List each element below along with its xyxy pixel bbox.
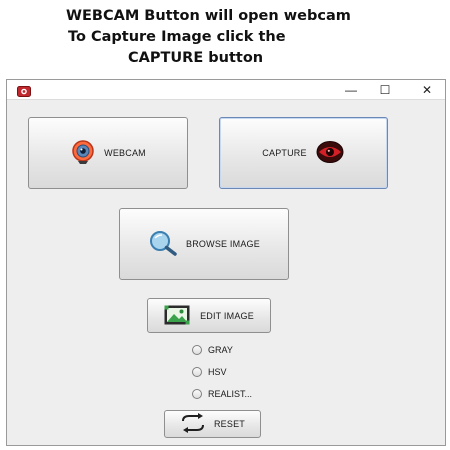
radio-gray-circle[interactable] bbox=[192, 345, 202, 355]
app-icon bbox=[17, 84, 31, 102]
webcam-button[interactable]: WEBCAM bbox=[28, 117, 188, 189]
radio-hsv-label: HSV bbox=[208, 367, 227, 377]
minimize-button[interactable]: — bbox=[334, 81, 368, 98]
caption-line-3: CAPTURE button bbox=[128, 50, 264, 66]
edit-image-button-label: EDIT IMAGE bbox=[200, 310, 254, 321]
capture-eye-icon bbox=[315, 140, 345, 166]
radio-realistic[interactable]: REALIST... bbox=[192, 389, 252, 399]
refresh-icon bbox=[180, 413, 206, 435]
picture-icon bbox=[164, 305, 190, 327]
reset-button[interactable]: RESET bbox=[164, 410, 261, 438]
app-window: — ☐ ✕ WEBCAM CAPTURE BROWSE IMAGE EDIT I… bbox=[6, 79, 446, 446]
maximize-button[interactable]: ☐ bbox=[368, 81, 402, 98]
close-button[interactable]: ✕ bbox=[410, 81, 444, 98]
radio-gray-label: GRAY bbox=[208, 345, 233, 355]
capture-button[interactable]: CAPTURE bbox=[219, 117, 388, 189]
edit-image-button[interactable]: EDIT IMAGE bbox=[147, 298, 271, 333]
webcam-icon bbox=[70, 139, 96, 167]
browse-image-button-label: BROWSE IMAGE bbox=[186, 239, 260, 249]
radio-gray[interactable]: GRAY bbox=[192, 345, 233, 355]
title-bar: — ☐ ✕ bbox=[7, 80, 445, 100]
browse-image-button[interactable]: BROWSE IMAGE bbox=[119, 208, 289, 280]
radio-hsv-circle[interactable] bbox=[192, 367, 202, 377]
radio-realistic-circle[interactable] bbox=[192, 389, 202, 399]
reset-button-label: RESET bbox=[213, 419, 245, 429]
caption-line-1: WEBCAM Button will open webcam bbox=[66, 8, 351, 24]
webcam-button-label: WEBCAM bbox=[104, 148, 146, 158]
radio-realistic-label: REALIST... bbox=[208, 389, 253, 399]
caption-line-2: To Capture Image click the bbox=[68, 29, 286, 45]
magnifier-icon bbox=[148, 230, 178, 258]
capture-button-label: CAPTURE bbox=[262, 148, 307, 158]
radio-hsv[interactable]: HSV bbox=[192, 367, 227, 377]
